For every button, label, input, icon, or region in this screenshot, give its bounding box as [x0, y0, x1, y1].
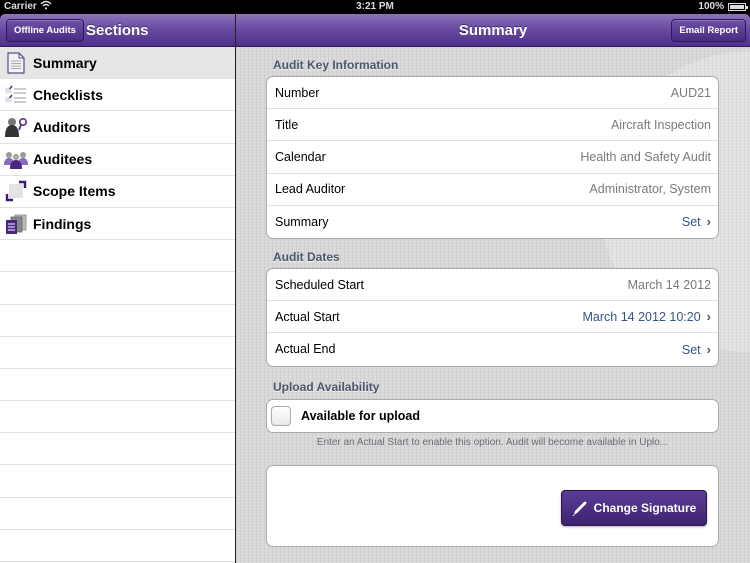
row-actual-start[interactable]: Actual Start March 14 2012 10:20 ›: [267, 301, 718, 334]
sidebar-item-label: Summary: [33, 54, 97, 71]
sidebar-item-label: Auditors: [33, 118, 91, 135]
dates-group: Scheduled Start March 14 2012 Actual Sta…: [266, 268, 719, 367]
empty-row: [0, 305, 235, 337]
battery-percent: 100%: [698, 1, 724, 12]
empty-row: [0, 498, 235, 530]
checklist-icon: [4, 83, 28, 107]
cell-value: Aircraft Inspection: [610, 117, 711, 132]
sidebar-item-label: Checklists: [33, 86, 104, 103]
empty-row: [0, 530, 235, 562]
cell-label: Summary: [275, 214, 329, 229]
email-report-button[interactable]: Email Report: [671, 19, 746, 42]
pen-icon: [572, 501, 587, 516]
section-header-upload: Upload Availability: [273, 380, 380, 394]
row-scheduled-start: Scheduled Start March 14 2012: [267, 269, 718, 302]
cell-label: Calendar: [275, 149, 326, 164]
sidebar-item-auditees[interactable]: Auditees: [0, 144, 235, 176]
cell-value: Set: [681, 342, 701, 357]
empty-row: [0, 240, 235, 273]
auditor-icon: [4, 115, 28, 139]
document-icon: [4, 51, 28, 75]
cell-value: March 14 2012 10:20: [582, 310, 701, 325]
section-header-key-info: Audit Key Information: [273, 58, 399, 72]
summary-navbar: Summary Email Report: [236, 14, 750, 47]
status-bar: Carrier 3:21 PM 100%: [0, 0, 750, 14]
upload-checkbox-row[interactable]: Available for upload: [267, 400, 718, 432]
clock: 3:21 PM: [356, 1, 394, 12]
sections-navbar: Offline Audits Sections: [0, 14, 235, 47]
clipboard-icon: [4, 212, 28, 236]
cell-label: Actual End: [275, 342, 336, 357]
section-header-dates: Audit Dates: [273, 250, 340, 264]
checkbox-label: Available for upload: [301, 409, 421, 424]
cell-value: March 14 2012: [627, 277, 711, 292]
empty-row: [0, 401, 235, 434]
key-info-group: Number AUD21 Title Aircraft Inspection C…: [266, 76, 719, 239]
signature-group: Change Signature: [266, 465, 719, 547]
sidebar-item-scope-items[interactable]: Scope Items: [0, 176, 235, 208]
change-signature-button[interactable]: Change Signature: [561, 490, 707, 526]
row-actual-end[interactable]: Actual End Set ›: [267, 333, 718, 365]
offline-audits-button[interactable]: Offline Audits: [6, 19, 84, 42]
empty-row: [0, 465, 235, 498]
battery-icon: [728, 3, 748, 11]
row-summary[interactable]: Summary Set ›: [267, 206, 718, 238]
chevron-right-icon: ›: [706, 214, 711, 230]
empty-row: [0, 272, 235, 305]
scope-icon: [4, 179, 28, 203]
cell-label: Scheduled Start: [275, 277, 364, 292]
upload-group: Available for upload: [266, 399, 719, 434]
cell-label: Number: [275, 85, 320, 100]
cell-value: AUD21: [670, 85, 711, 100]
chevron-right-icon: ›: [706, 309, 711, 325]
available-for-upload-checkbox[interactable]: [271, 406, 291, 427]
row-calendar: Calendar Health and Safety Audit: [267, 141, 718, 174]
cell-label: Lead Auditor: [275, 182, 346, 197]
sections-title: Sections: [86, 22, 149, 39]
cell-label: Title: [275, 117, 299, 132]
empty-row: [0, 337, 235, 369]
summary-content[interactable]: Audit Key Information Number AUD21 Title…: [236, 47, 750, 563]
cell-value: Set: [681, 215, 701, 230]
change-signature-label: Change Signature: [593, 501, 697, 515]
sidebar-item-findings[interactable]: Findings: [0, 208, 235, 241]
sidebar-item-checklists[interactable]: Checklists: [0, 79, 235, 112]
cell-value: Administrator, System: [589, 182, 711, 197]
sidebar-item-summary[interactable]: Summary: [0, 47, 235, 80]
empty-row: [0, 369, 235, 402]
sections-sidebar: Summary Checklists Auditors Auditees Sco…: [0, 47, 235, 563]
row-title: Title Aircraft Inspection: [267, 109, 718, 142]
sidebar-item-auditors[interactable]: Auditors: [0, 111, 235, 144]
chevron-right-icon: ›: [706, 341, 711, 357]
cell-label: Actual Start: [275, 309, 340, 324]
sidebar-item-label: Findings: [33, 215, 92, 232]
cell-value: Health and Safety Audit: [580, 149, 711, 164]
sidebar-item-label: Auditees: [33, 151, 93, 168]
row-lead-auditor: Lead Auditor Administrator, System: [267, 174, 718, 206]
sidebar-item-label: Scope Items: [33, 183, 116, 200]
group-icon: [4, 147, 28, 171]
row-number: Number AUD21: [267, 77, 718, 110]
empty-row: [0, 433, 235, 466]
upload-footnote: Enter an Actual Start to enable this opt…: [316, 437, 669, 448]
